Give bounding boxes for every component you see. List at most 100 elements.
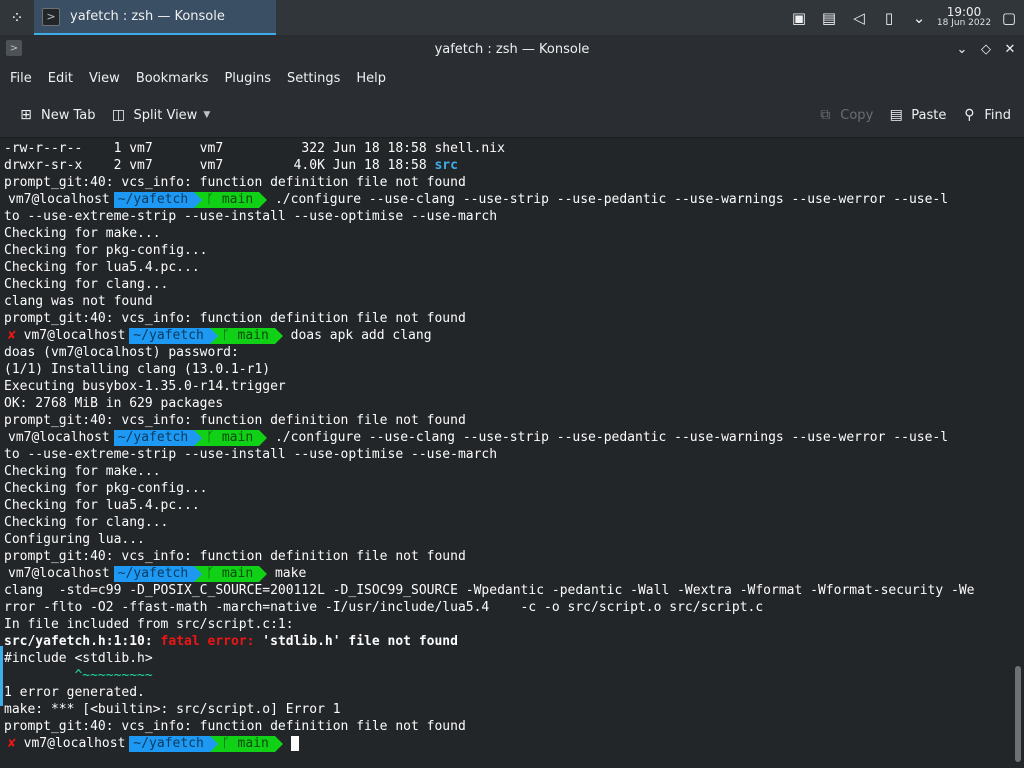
prompt-dir: ~/yafetch	[113, 429, 195, 446]
konsole-icon: >	[42, 7, 60, 26]
show-desktop-icon[interactable]: ▢	[994, 0, 1024, 35]
terminal-line: Checking for lua5.4.pc...	[4, 498, 200, 513]
terminal-line: prompt_git:40: vcs_info: function defini…	[4, 311, 466, 326]
prompt-line: vm7@localhost ~/yafetch ᚴ main ./configure…	[4, 191, 1024, 208]
maximize-icon[interactable]: ◇	[978, 41, 994, 57]
prompt-separator-icon	[194, 191, 203, 208]
prompt-user-text: vm7@localhost	[23, 735, 126, 751]
paste-button[interactable]: ▤ Paste	[880, 99, 953, 131]
prompt-branch: main	[221, 191, 254, 207]
prompt-dir: ~/yafetch	[129, 327, 210, 344]
terminal-line: In file included from src/script.c:1:	[4, 617, 294, 632]
paste-icon: ▤	[889, 107, 903, 123]
terminal-line: (1/1) Installing clang (13.0.1-r1)	[4, 362, 271, 377]
prompt-git: ᚴ main	[217, 327, 275, 344]
prompt-line: vm7@localhost ~/yafetch ᚴ main make	[4, 565, 1024, 582]
copy-button[interactable]: ⧉ Copy	[809, 99, 880, 131]
new-tab-button[interactable]: ⊞ New Tab	[10, 99, 103, 131]
menu-view[interactable]: View	[81, 63, 128, 93]
terminal-line: to --use-extreme-strip --use-install --u…	[4, 447, 498, 462]
terminal-line: Checking for clang...	[4, 515, 169, 530]
prompt: ✘ vm7@localhost ~/yafetch ᚴ main	[4, 735, 283, 752]
terminal-line: make: *** [<builtin>: src/script.o] Erro…	[4, 702, 341, 717]
prompt-dir: ~/yafetch	[113, 191, 195, 208]
clipboard-icon[interactable]: ▤	[814, 0, 844, 35]
top-panel: ⁘ > yafetch : zsh — Konsole ▣ ▤ ◁ ▯ ⌄ 19…	[0, 0, 1024, 35]
prompt-line: ✘ vm7@localhost ~/yafetch ᚴ main	[4, 735, 1024, 752]
prompt-git: ᚴ main	[202, 565, 260, 582]
prompt-branch: main	[237, 735, 269, 751]
split-view-button[interactable]: ◫ Split View ▼	[103, 99, 218, 131]
terminal-cursor	[290, 736, 299, 751]
prompt-user-text: vm7@localhost	[23, 327, 126, 343]
prompt-user: ✘ vm7@localhost	[4, 735, 130, 752]
find-button[interactable]: ⚲ Find	[953, 99, 1018, 131]
prompt-separator-icon	[194, 429, 203, 446]
menu-bookmarks[interactable]: Bookmarks	[128, 63, 217, 93]
command: ./configure --use-clang --use-strip --us…	[274, 430, 949, 445]
scrollbar-thumb[interactable]	[1015, 666, 1021, 762]
menu-plugins[interactable]: Plugins	[216, 63, 279, 93]
ls-entry: drwxr-sr-x 2 vm7 vm7 4.0K Jun 18 18:58	[4, 158, 435, 173]
new-tab-icon: ⊞	[20, 107, 32, 123]
prompt-line: vm7@localhost ~/yafetch ᚴ main ./configure…	[4, 429, 1024, 446]
terminal-line: 1 error generated.	[4, 685, 145, 700]
terminal-line: OK: 2768 MiB in 629 packages	[4, 396, 224, 411]
terminal-line: -rw-r--r-- 1 vm7 vm7 322 Jun 18 18:58 sh…	[4, 141, 505, 156]
menu-file[interactable]: File	[2, 63, 40, 93]
menu-bar: File Edit View Bookmarks Plugins Setting…	[0, 63, 1024, 93]
paste-label: Paste	[911, 107, 947, 123]
git-branch-icon: ᚴ	[206, 565, 215, 581]
git-branch-icon: ᚴ	[221, 327, 230, 343]
screen-icon[interactable]: ▣	[784, 0, 814, 35]
terminal-line: rror -flto -O2 -ffast-math -march=native…	[4, 600, 764, 615]
terminal-line: clang was not found	[4, 294, 153, 309]
terminal-line: to --use-extreme-strip --use-install --u…	[4, 209, 498, 224]
git-branch-icon: ᚴ	[206, 191, 215, 207]
terminal-line: Executing busybox-1.35.0-r14.trigger	[4, 379, 286, 394]
prompt-separator-icon	[274, 735, 283, 752]
battery-icon[interactable]: ▯	[874, 0, 904, 35]
command: ./configure --use-clang --use-strip --us…	[274, 192, 949, 207]
close-icon[interactable]: ✕	[1002, 41, 1018, 57]
prompt-separator-icon	[259, 565, 268, 582]
terminal-scrollbar[interactable]	[1013, 139, 1021, 768]
menu-help[interactable]: Help	[348, 63, 394, 93]
error-marker	[0, 646, 3, 706]
clock-date: 18 Jun 2022	[936, 18, 992, 29]
prompt-user: ✘ vm7@localhost	[4, 327, 130, 344]
terminal-line: Checking for make...	[4, 226, 161, 241]
terminal-line: prompt_git:40: vcs_info: function defini…	[4, 175, 466, 190]
prompt-user: vm7@localhost	[4, 565, 114, 582]
prompt: vm7@localhost ~/yafetch ᚴ main	[4, 429, 268, 446]
error-location: src/yafetch.h:1:10:	[4, 634, 161, 649]
menu-settings[interactable]: Settings	[279, 63, 348, 93]
prompt-separator-icon	[259, 191, 268, 208]
error-line: src/yafetch.h:1:10: fatal error: 'stdlib…	[4, 633, 1024, 650]
app-launcher-icon[interactable]: ⁘	[0, 0, 34, 35]
command: make	[274, 566, 307, 581]
chevron-down-icon[interactable]: ⌄	[904, 0, 934, 35]
split-view-label: Split View	[133, 107, 198, 123]
window-titlebar[interactable]: > yafetch : zsh — Konsole ⌄ ◇ ✕	[0, 35, 1024, 63]
prompt-separator-icon	[259, 429, 268, 446]
prompt-user: vm7@localhost	[4, 191, 114, 208]
konsole-app-icon[interactable]: >	[6, 40, 22, 56]
terminal-line: Checking for lua5.4.pc...	[4, 260, 200, 275]
volume-muted-icon[interactable]: ◁	[844, 0, 874, 35]
menu-edit[interactable]: Edit	[40, 63, 81, 93]
fail-icon: ✘	[8, 327, 16, 343]
chevron-down-icon[interactable]: ▼	[203, 110, 210, 120]
error-message: 'stdlib.h' file not found	[262, 634, 458, 649]
prompt-git: ᚴ main	[202, 429, 260, 446]
terminal-view[interactable]: -rw-r--r-- 1 vm7 vm7 322 Jun 18 18:58 sh…	[0, 139, 1024, 768]
task-label: yafetch : zsh — Konsole	[70, 9, 225, 24]
new-tab-label: New Tab	[41, 107, 96, 123]
terminal-line: Checking for pkg-config...	[4, 481, 208, 496]
clock[interactable]: 19:00 18 Jun 2022	[934, 0, 994, 35]
terminal-line: drwxr-sr-x 2 vm7 vm7 4.0K Jun 18 18:58 s…	[4, 157, 1024, 174]
terminal-line: prompt_git:40: vcs_info: function defini…	[4, 719, 466, 734]
search-icon: ⚲	[964, 107, 975, 123]
taskbar-task-konsole[interactable]: > yafetch : zsh — Konsole	[34, 0, 276, 35]
minimize-icon[interactable]: ⌄	[954, 41, 970, 57]
